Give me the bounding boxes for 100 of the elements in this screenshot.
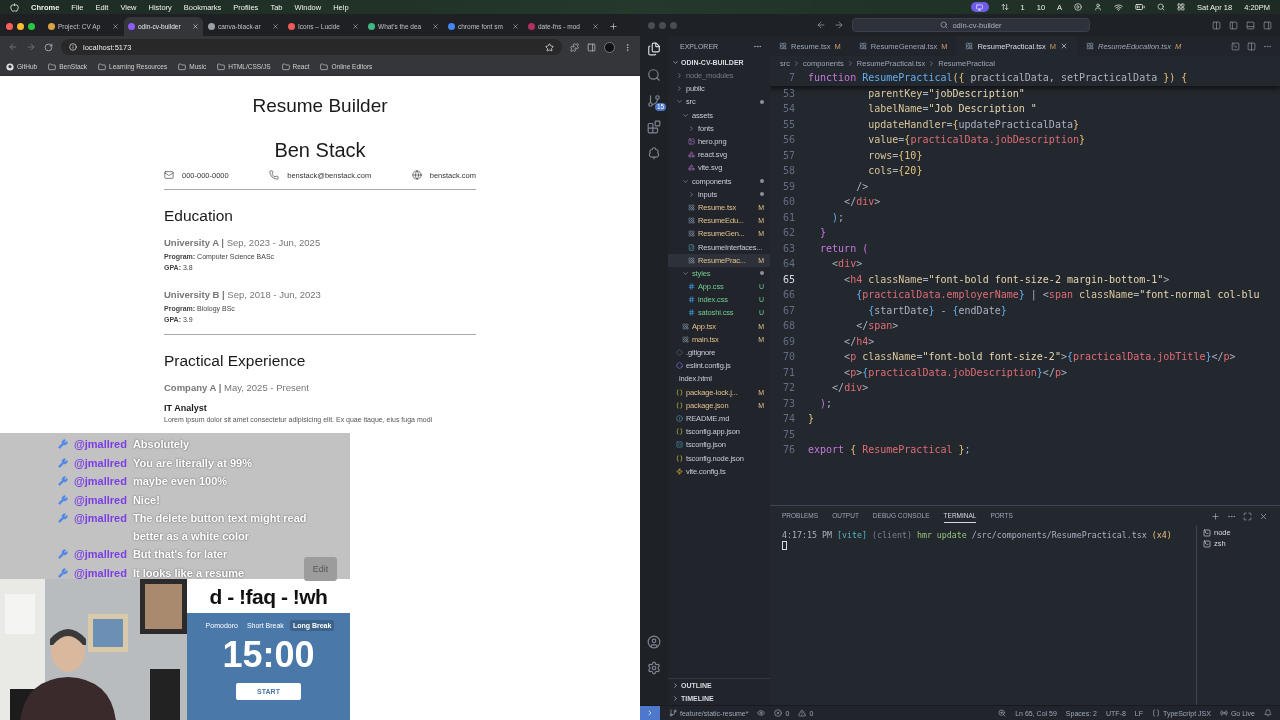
battery-icon[interactable] (1135, 2, 1146, 12)
layout-icon[interactable] (1212, 20, 1221, 30)
maximize-icon[interactable] (1243, 511, 1252, 521)
minimize-light[interactable] (17, 23, 24, 30)
reload-icon[interactable] (44, 42, 53, 52)
eye-icon[interactable] (757, 709, 766, 717)
settings-icon[interactable] (647, 661, 661, 675)
line-number: 67 (781, 304, 796, 316)
close-light[interactable] (6, 23, 13, 30)
close-icon[interactable] (1259, 511, 1268, 521)
chat-username: @jmallred (74, 565, 127, 581)
code-line: {practicalData.employerName} | <span className="font-normal col-blu (855, 289, 1260, 301)
split-editor-icon[interactable] (1247, 41, 1256, 51)
hash-icon (688, 296, 695, 304)
user-icon[interactable] (1094, 3, 1103, 11)
close-icon[interactable] (432, 23, 439, 30)
info-icon[interactable] (69, 43, 77, 51)
react-icon (682, 322, 689, 330)
new-terminal-icon[interactable] (1211, 511, 1220, 521)
tree-icon[interactable] (647, 146, 661, 160)
code-line: </h4> (843, 335, 875, 347)
profile-avatar[interactable] (604, 41, 615, 53)
account-icon[interactable] (647, 635, 661, 649)
line-number: 62 (781, 227, 796, 239)
menu-icon[interactable] (623, 42, 632, 52)
react-icon (682, 335, 689, 343)
close-icon[interactable] (592, 23, 599, 30)
new-tab-icon[interactable] (608, 22, 618, 31)
play-icon[interactable] (1074, 3, 1083, 11)
bell-icon[interactable] (1264, 709, 1272, 717)
person-name: Ben Stack (273, 138, 367, 162)
arrows-icon[interactable] (1000, 3, 1009, 11)
wrench-icon (58, 476, 68, 486)
close-icon[interactable] (352, 23, 359, 30)
code-line: rows={10} (867, 149, 923, 161)
forward-icon[interactable] (834, 20, 844, 30)
extension-icon[interactable] (570, 42, 579, 52)
line-number: 61 (781, 211, 796, 223)
apple-icon[interactable] (10, 2, 19, 12)
line-number: 66 (781, 289, 796, 301)
folder-icon (320, 62, 329, 71)
close-icon[interactable] (272, 23, 279, 30)
hash-icon (688, 309, 695, 317)
screen-share-indicator[interactable] (970, 2, 989, 12)
code-line: parentKey="jobDescription" (867, 87, 1025, 99)
files-icon[interactable] (647, 42, 661, 56)
line-number: 54 (781, 103, 796, 115)
panel-right-icon[interactable] (1263, 20, 1272, 30)
branch-icon (669, 709, 677, 717)
chat-username: @jmallred (74, 437, 127, 452)
line-number: 72 (781, 382, 796, 394)
github-icon (6, 62, 14, 71)
code-line: ); (831, 211, 845, 223)
folder-icon (98, 62, 107, 71)
remote-button[interactable] (640, 705, 660, 720)
entry-heading: Company A | May, 2025 - Present (164, 382, 310, 393)
warning-icon (798, 709, 807, 717)
close-icon[interactable] (112, 23, 119, 30)
close-icon[interactable] (512, 23, 519, 30)
star-icon[interactable] (545, 42, 554, 52)
zoom-light[interactable] (28, 23, 35, 30)
chat-username: @jmallred (74, 455, 127, 471)
diamond-icon (676, 349, 683, 357)
zoom-icon[interactable] (998, 709, 1007, 717)
extensions-icon[interactable] (647, 120, 661, 134)
code-line: <div> (831, 258, 863, 270)
code-line: {startDate} - {endDate} (867, 304, 1007, 316)
search-icon[interactable] (1157, 3, 1166, 11)
page-title: Resume Builder (251, 95, 389, 117)
react-icon (688, 203, 695, 211)
folder-icon (48, 62, 57, 71)
code-line: </div> (843, 196, 881, 208)
line-number: 63 (781, 242, 796, 254)
entry-heading: University A | Sep, 2023 - Jun, 2025 (164, 237, 322, 248)
code-line: </div> (831, 382, 869, 394)
back-icon[interactable] (8, 42, 18, 52)
wrench-icon (58, 567, 68, 578)
panel-left-icon[interactable] (1229, 20, 1238, 30)
close-icon[interactable] (1060, 42, 1068, 50)
line-number: 57 (781, 149, 796, 161)
line-number: 76 (781, 444, 796, 456)
forward-icon[interactable] (26, 42, 36, 52)
search-icon[interactable] (647, 68, 661, 82)
line-number: 55 (781, 118, 796, 130)
braces-icon (676, 401, 683, 409)
panel-bottom-icon[interactable] (1246, 20, 1255, 30)
wrench-icon (58, 513, 68, 523)
chat-message: But that's for later (132, 547, 228, 562)
chat-username: @jmallred (74, 511, 127, 526)
code-line: <h4 className="font-bold font-size-2 margin-bottom-1"> (843, 273, 1170, 285)
side-panel-icon[interactable] (587, 42, 596, 52)
image-icon (688, 138, 695, 146)
back-icon[interactable] (816, 20, 826, 30)
control-center-icon[interactable] (1177, 3, 1186, 11)
search-icon (940, 21, 949, 29)
wifi-icon[interactable] (1114, 2, 1124, 12)
code-line: return ( (819, 242, 869, 254)
shapes-icon (688, 151, 695, 159)
chat-message: Nice! (132, 492, 160, 508)
terminal-cursor (782, 541, 787, 550)
